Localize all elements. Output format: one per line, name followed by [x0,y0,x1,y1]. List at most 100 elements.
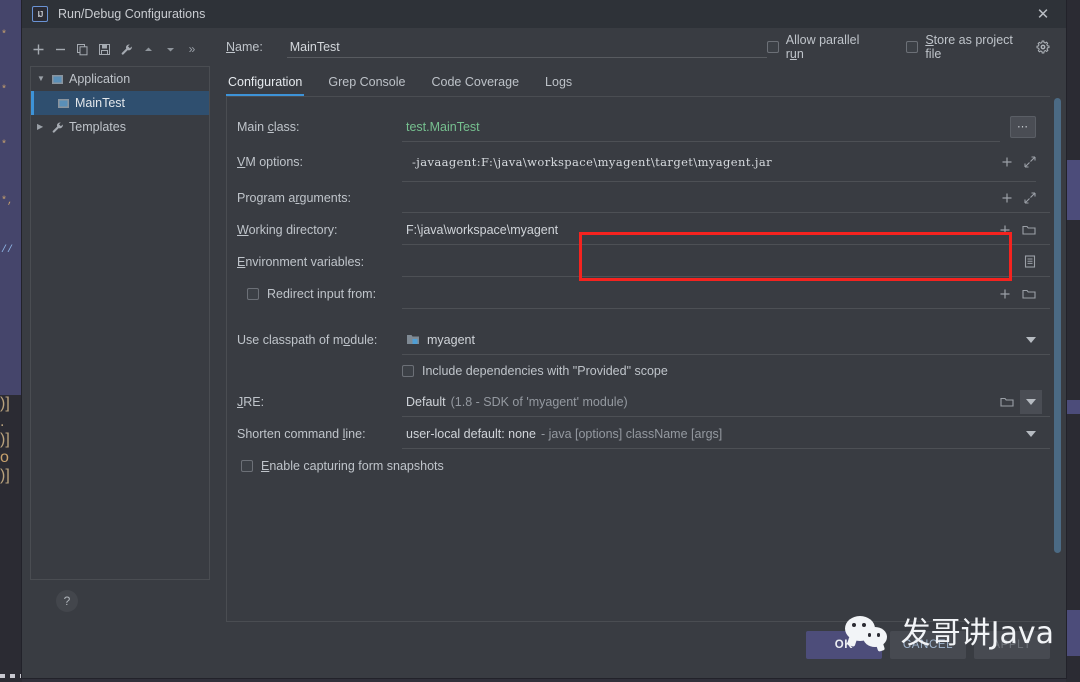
checkbox-box [247,288,259,300]
help-button[interactable]: ? [56,590,78,612]
checkbox-box [766,41,779,53]
ok-button[interactable]: OK [806,631,882,659]
configuration-form: Main class: test.MainTest ⋯ VM options: … [227,97,1050,482]
copy-icon[interactable] [72,39,92,59]
folder-icon[interactable] [1022,288,1036,300]
tree-node-label: Templates [69,120,126,134]
use-classpath-label: Use classpath of module: [237,333,378,347]
tree-node-label: MainTest [75,96,126,110]
tab-logs[interactable]: Logs [543,75,574,96]
enable-form-snapshots-checkbox[interactable]: Enable capturing form snapshots [227,450,1050,482]
background-right-strip [1066,0,1080,682]
configuration-form-container: Main class: test.MainTest ⋯ VM options: … [226,96,1050,622]
shorten-command-line-detail: - java [options] className [args] [540,426,723,441]
header-options: Allow parallel run Store as project file [766,33,1066,61]
program-arguments-label: Program arguments: [237,191,351,205]
expand-icon[interactable] [1024,191,1036,204]
include-provided-scope-checkbox[interactable]: Include dependencies with "Provided" sco… [227,356,1050,386]
edit-list-icon[interactable] [1024,255,1036,268]
sidebar-toolbar: » [22,36,218,62]
store-as-project-file-checkbox[interactable]: Store as project file [906,33,1050,61]
redirect-input-text: Redirect input from: [267,287,377,301]
name-input[interactable]: MainTest [286,36,767,58]
move-up-button[interactable] [138,39,158,59]
use-classpath-row: Use classpath of module: myagent [227,324,1050,356]
chevron-down-icon[interactable] [1026,336,1036,343]
configurations-sidebar: » ▼ Application MainTest ▶ Templates ? [22,28,218,622]
save-icon[interactable] [94,39,114,59]
use-classpath-actions [1016,325,1050,355]
main-class-input[interactable]: test.MainTest [402,112,1000,142]
tab-grep-console[interactable]: Grep Console [326,75,407,96]
cancel-button[interactable]: CANCEL [890,631,966,659]
vm-options-row: VM options: -javaagent:F:\java\workspace… [227,143,1050,181]
dialog-body: » ▼ Application MainTest ▶ Templates ? N… [22,28,1066,622]
enable-form-snapshots-label: Enable capturing form snapshots [261,459,444,473]
add-macro-icon[interactable] [1001,156,1013,168]
move-down-button[interactable] [160,39,180,59]
module-icon [406,333,420,346]
main-class-row: Main class: test.MainTest ⋯ [227,111,1050,143]
program-arguments-row: Program arguments: [227,182,1050,214]
wrench-icon [51,121,69,134]
use-classpath-combo[interactable]: myagent [402,325,1016,355]
folder-icon[interactable] [1022,224,1036,236]
configurations-tree[interactable]: ▼ Application MainTest ▶ Templates [30,66,210,580]
redirect-input-actions [989,279,1050,309]
wrench-icon[interactable] [116,39,136,59]
more-button[interactable]: » [182,39,202,59]
tab-code-coverage[interactable]: Code Coverage [429,75,521,96]
checkbox-box [241,460,253,472]
tree-node-templates[interactable]: ▶ Templates [31,115,209,139]
tree-node-application[interactable]: ▼ Application [31,67,209,91]
program-arguments-input[interactable] [402,183,991,213]
shorten-command-line-combo[interactable]: user-local default: none - java [options… [402,419,1016,449]
tab-configuration[interactable]: Configuration [226,75,305,96]
configuration-tabs: Configuration Grep Console Code Coverage… [226,64,1066,96]
store-as-project-file-label: Store as project file [925,33,1013,61]
dialog-titlebar: IJ Run/Debug Configurations ✕ [22,0,1066,28]
chevron-down-icon[interactable] [1026,430,1036,437]
form-scrollbar[interactable] [1054,98,1061,553]
add-macro-icon[interactable] [1001,192,1013,204]
dialog-footer: OK CANCEL APPLY [22,622,1066,678]
working-directory-row: Working directory: F:\java\workspace\mya… [227,214,1050,246]
background-right-accent-bottom [1066,610,1080,656]
chevron-down-icon: ▼ [37,74,45,83]
remove-button[interactable] [50,39,70,59]
name-row: Name: MainTest Allow parallel run Store … [226,28,1066,62]
main-class-label: Main class: [237,120,300,134]
chevron-down-icon [1026,398,1036,405]
allow-parallel-run-checkbox[interactable]: Allow parallel run [766,33,879,61]
intellij-idea-icon: IJ [32,6,48,22]
jre-dropdown-button[interactable] [1020,389,1042,414]
use-classpath-value: myagent [427,332,475,347]
background-right-accent-mid [1066,400,1080,414]
shorten-command-line-value: user-local default: none [406,426,536,441]
shorten-command-line-row: Shorten command line: user-local default… [227,418,1050,450]
shorten-command-line-actions [1016,419,1050,449]
redirect-input-field[interactable] [402,279,989,309]
tree-node-maintest[interactable]: MainTest [31,91,209,115]
gear-icon[interactable] [1036,40,1050,54]
apply-button[interactable]: APPLY [974,631,1050,659]
include-provided-scope-label: Include dependencies with "Provided" sco… [422,364,668,378]
redirect-input-label[interactable]: Redirect input from: [237,287,402,301]
expand-icon[interactable] [1024,156,1036,168]
jre-value-detail: (1.8 - SDK of 'myagent' module) [450,394,628,409]
folder-icon[interactable] [1000,396,1014,408]
vm-options-input[interactable]: -javaagent:F:\java\workspace\myagent\tar… [402,147,991,177]
add-button[interactable] [28,39,48,59]
main-class-browse-button[interactable]: ⋯ [1010,116,1036,138]
jre-combo[interactable]: Default (1.8 - SDK of 'myagent' module) [402,387,990,417]
add-macro-icon[interactable] [999,288,1011,300]
working-directory-label: Working directory: [237,223,338,237]
working-directory-input[interactable]: F:\java\workspace\myagent [402,215,989,245]
jre-actions [990,387,1050,417]
add-macro-icon[interactable] [999,224,1011,236]
background-right-accent-top [1066,160,1080,220]
tree-node-label: Application [69,72,131,86]
environment-variables-input[interactable] [402,247,1014,277]
name-label: Name: [226,40,263,54]
close-icon[interactable]: ✕ [1020,0,1066,28]
